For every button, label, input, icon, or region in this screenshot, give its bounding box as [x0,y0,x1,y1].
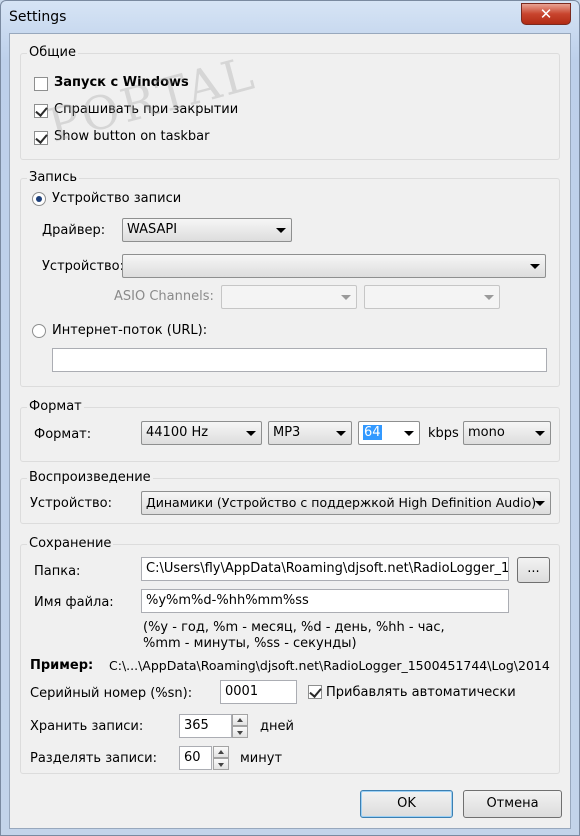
driver-value: WASAPI [127,222,178,237]
format-hint-line1: (%y - год, %m - месяц, %d - день, %hh - … [143,620,445,635]
format-label: Формат: [34,427,92,442]
folder-label: Папка: [34,564,81,579]
format-legend: Формат [27,399,84,414]
close-icon: ✕ [539,5,553,23]
cancel-label: Отмена [486,796,539,811]
keep-label: Хранить записи: [30,719,144,734]
driver-select[interactable]: WASAPI [122,218,292,242]
ask-on-close-label[interactable]: Спрашивать при закрытии [54,102,238,117]
browse-button[interactable]: ... [517,557,550,583]
format-hint-line2: %mm - минуты, %ss - секунды) [143,636,357,651]
split-minutes-value: 60 [184,750,201,765]
taskbar-button-label[interactable]: Show button on taskbar [54,129,209,144]
chevron-down-icon [530,264,540,269]
keep-days-input[interactable]: 365 [179,714,232,738]
settings-window: Settings ✕ Общие Запуск с Windows Спраши… [0,0,580,836]
codec-select[interactable]: MP3 [268,421,352,445]
playback-device-select[interactable]: Динамики (Устройство с поддержкой High D… [141,491,551,515]
close-button[interactable]: ✕ [521,3,571,25]
playback-legend: Воспроизведение [27,470,153,485]
chevron-down-icon [404,431,414,436]
filename-value: %y%m%d-%hh%mm%ss [146,593,309,608]
split-minutes-spinner[interactable] [213,746,229,770]
bitrate-select[interactable]: 64 [358,421,420,445]
playback-device-value: Динамики (Устройство с поддержкой High D… [146,495,537,510]
folder-value: C:\Users\fly\AppData\Roaming\djsoft.net\… [146,561,509,576]
autostart-label[interactable]: Запуск с Windows [54,75,189,90]
autostart-checkbox[interactable] [34,77,48,91]
spin-up-icon[interactable] [232,714,248,726]
keep-days-value: 365 [184,718,209,733]
samplerate-value: 44100 Hz [146,425,209,440]
stream-url-input[interactable] [52,348,547,372]
channels-select[interactable]: mono [463,421,551,445]
chevron-down-icon [341,295,351,300]
auto-increment-checkbox[interactable] [308,685,322,699]
chevron-down-icon [276,228,286,233]
spin-down-icon[interactable] [232,726,248,738]
chevron-down-icon [336,431,346,436]
ok-label: OK [397,796,416,811]
auto-increment-label[interactable]: Прибавлять автоматически [326,685,516,700]
kbps-label: kbps [428,426,459,441]
playback-device-label: Устройство: [30,496,113,511]
chevron-down-icon [246,431,256,436]
example-value-clip: C:\...\AppData\Roaming\djsoft.net\RadioL… [109,658,552,673]
general-legend: Общие [27,45,78,60]
split-unit: минут [240,751,283,766]
dialog-body: Общие Запуск с Windows Спрашивать при за… [9,33,571,829]
internet-stream-radio[interactable] [32,324,46,338]
ok-button[interactable]: OK [360,790,453,818]
internet-stream-label[interactable]: Интернет-поток (URL): [52,323,207,338]
samplerate-select[interactable]: 44100 Hz [141,421,262,445]
browse-label: ... [527,561,540,576]
keep-unit: дней [260,719,294,734]
keep-days-spinner[interactable] [232,714,248,738]
filename-label: Имя файла: [34,595,114,610]
serial-label: Серийный номер (%sn): [30,686,193,701]
example-path: C:\...\AppData\Roaming\djsoft.net\RadioL… [109,658,550,673]
chevron-down-icon [535,431,545,436]
codec-value: MP3 [273,425,301,440]
taskbar-button-checkbox[interactable] [34,131,48,145]
split-minutes-input[interactable]: 60 [179,746,212,770]
spin-up-icon[interactable] [213,746,229,758]
asio-channel-left-select[interactable] [221,285,357,309]
record-device-select[interactable] [122,254,546,278]
split-label: Разделять записи: [30,751,158,766]
filename-input[interactable]: %y%m%d-%hh%mm%ss [141,589,509,613]
record-device-radio[interactable] [32,192,46,206]
record-device-label[interactable]: Устройство записи [52,191,181,206]
serial-value: 0001 [225,684,259,699]
folder-input[interactable]: C:\Users\fly\AppData\Roaming\djsoft.net\… [141,557,509,581]
window-title: Settings [9,9,67,25]
channels-value: mono [468,425,505,440]
bitrate-value: 64 [363,425,382,440]
device-label: Устройство: [42,259,125,274]
title-bar[interactable]: Settings ✕ [1,1,579,33]
save-legend: Сохранение [27,536,114,551]
record-legend: Запись [27,170,80,185]
cancel-button[interactable]: Отмена [463,790,562,818]
example-label: Пример: [30,658,94,673]
ask-on-close-checkbox[interactable] [34,104,48,118]
serial-input[interactable]: 0001 [220,680,297,704]
spin-down-icon[interactable] [213,758,229,770]
asio-channel-right-select[interactable] [364,285,500,309]
chevron-down-icon [484,295,494,300]
asio-label: ASIO Channels: [114,289,214,304]
chevron-down-icon [535,501,545,506]
driver-label: Драйвер: [42,223,106,238]
